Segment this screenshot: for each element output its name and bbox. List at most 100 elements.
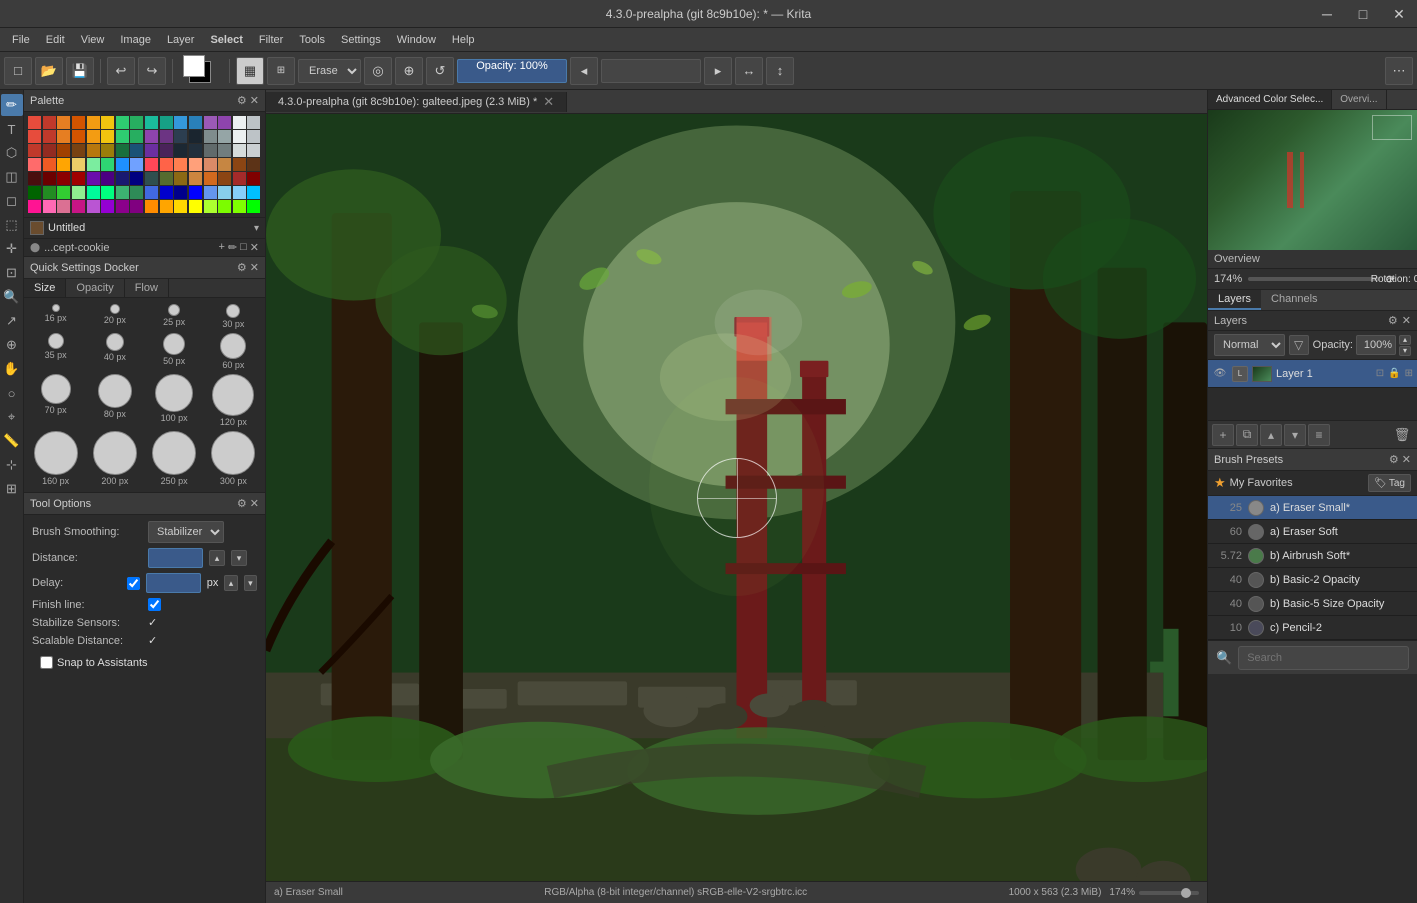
palette-color-cell[interactable] <box>130 186 143 199</box>
palette-color-cell[interactable] <box>116 186 129 199</box>
menu-edit[interactable]: Edit <box>38 32 73 48</box>
palette-color-cell[interactable] <box>130 130 143 143</box>
palette-color-cell[interactable] <box>247 200 260 213</box>
palette-color-cell[interactable] <box>218 200 231 213</box>
palette-color-cell[interactable] <box>218 172 231 185</box>
brush-tool[interactable]: ✏ <box>1 94 23 116</box>
palette-color-cell[interactable] <box>233 172 246 185</box>
brush-size-item[interactable]: 160 px <box>28 431 83 486</box>
palette-color-cell[interactable] <box>43 130 56 143</box>
brush-size-item[interactable]: 30 px <box>206 304 261 329</box>
foreground-color-swatch[interactable] <box>183 55 205 77</box>
menu-image[interactable]: Image <box>112 32 159 48</box>
palette-color-cell[interactable] <box>174 144 187 157</box>
palette-color-cell[interactable] <box>233 200 246 213</box>
palette-color-cell[interactable] <box>43 158 56 171</box>
delay-down-btn[interactable]: ▾ <box>244 575 257 591</box>
palette-color-cell[interactable] <box>130 158 143 171</box>
palette-color-cell[interactable] <box>130 200 143 213</box>
close-button[interactable]: ✕ <box>1381 0 1417 28</box>
brush-preset-item[interactable]: 60a) Eraser Soft <box>1208 520 1417 544</box>
open-button[interactable]: 📂 <box>35 57 63 85</box>
palette-color-cell[interactable] <box>160 130 173 143</box>
palette-color-cell[interactable] <box>101 116 114 129</box>
layer-mode-select[interactable]: Normal <box>1214 334 1285 356</box>
quick-settings-close-icon[interactable]: ✕ <box>250 261 259 274</box>
palette-color-cell[interactable] <box>72 116 85 129</box>
layer-action-2[interactable]: 🔒 <box>1388 368 1400 379</box>
brush-preset-item[interactable]: 5.72b) Airbrush Soft* <box>1208 544 1417 568</box>
palette-color-cell[interactable] <box>189 116 202 129</box>
menu-layer[interactable]: Layer <box>159 32 203 48</box>
palette-color-cell[interactable] <box>28 200 41 213</box>
palette-color-cell[interactable] <box>160 200 173 213</box>
qs-tab-flow[interactable]: Flow <box>125 279 169 297</box>
palette-color-cell[interactable] <box>130 172 143 185</box>
palette-color-cell[interactable] <box>87 186 100 199</box>
menu-select[interactable]: Select <box>202 32 250 48</box>
palette-color-cell[interactable] <box>43 144 56 157</box>
palette-color-cell[interactable] <box>174 186 187 199</box>
palette-color-cell[interactable] <box>87 116 100 129</box>
palette-color-cell[interactable] <box>233 116 246 129</box>
favorites-star-icon[interactable]: ★ <box>1214 475 1226 491</box>
palette-color-cell[interactable] <box>116 116 129 129</box>
untitled-color-swatch[interactable] <box>30 221 44 235</box>
quick-settings-settings-icon[interactable]: ⚙ <box>237 261 247 274</box>
layer-action-1[interactable]: ⊡ <box>1376 368 1384 379</box>
brush-size-item[interactable]: 40 px <box>87 333 142 370</box>
brush-size-item[interactable]: 16 px <box>28 304 83 329</box>
palette-color-cell[interactable] <box>101 172 114 185</box>
canvas-tab-active[interactable]: 4.3.0-prealpha (git 8c9b10e): galteed.jp… <box>266 92 567 112</box>
menu-filter[interactable]: Filter <box>251 32 291 48</box>
tool-options-settings-icon[interactable]: ⚙ <box>237 497 247 510</box>
palette-color-cell[interactable] <box>204 172 217 185</box>
palette-color-cell[interactable] <box>233 158 246 171</box>
palette-color-cell[interactable] <box>247 116 260 129</box>
palette-color-cell[interactable] <box>160 144 173 157</box>
palette-color-cell[interactable] <box>87 200 100 213</box>
palette-color-cell[interactable] <box>247 172 260 185</box>
palette-color-cell[interactable] <box>145 116 158 129</box>
qs-tab-size[interactable]: Size <box>24 279 66 297</box>
new-button[interactable]: □ <box>4 57 32 85</box>
palette-color-cell[interactable] <box>160 116 173 129</box>
palette-settings-icon[interactable]: ⚙ <box>237 94 247 107</box>
tag-button[interactable]: 🏷 Tag <box>1368 474 1411 492</box>
redo-button[interactable]: ↪ <box>138 57 166 85</box>
brush-preset-item[interactable]: 25a) Eraser Small* <box>1208 496 1417 520</box>
mirror-v-btn[interactable]: ↕ <box>766 57 794 85</box>
palette-color-cell[interactable] <box>43 116 56 129</box>
layers-more-button[interactable]: ≡ <box>1308 424 1330 446</box>
layers-settings-icon[interactable]: ⚙ <box>1388 314 1398 327</box>
palette-color-cell[interactable] <box>43 186 56 199</box>
move-layer-down-button[interactable]: ▾ <box>1284 424 1306 446</box>
brush-smoothing-select[interactable]: Stabilizer <box>148 521 224 543</box>
brush-size-item[interactable]: 250 px <box>147 431 202 486</box>
palette-color-cell[interactable] <box>189 144 202 157</box>
palette-color-cell[interactable] <box>233 130 246 143</box>
palette-color-cell[interactable] <box>28 172 41 185</box>
palette-color-cell[interactable] <box>57 144 70 157</box>
zoom-tool[interactable]: ⊕ <box>1 334 23 356</box>
distance-up-btn[interactable]: ▴ <box>209 550 225 566</box>
palette-color-cell[interactable] <box>28 116 41 129</box>
palette-color-cell[interactable] <box>233 144 246 157</box>
tab-channels[interactable]: Channels <box>1261 290 1327 310</box>
palette-color-cell[interactable] <box>247 130 260 143</box>
move-tool[interactable]: ✛ <box>1 238 23 260</box>
path-tool[interactable]: ⌖ <box>1 406 23 428</box>
palette-color-cell[interactable] <box>145 130 158 143</box>
brush-preset-item[interactable]: 40b) Basic-2 Opacity <box>1208 568 1417 592</box>
menu-help[interactable]: Help <box>444 32 483 48</box>
status-zoom-slider[interactable] <box>1139 891 1199 895</box>
layer-filter-button[interactable]: ▽ <box>1289 335 1309 355</box>
palette-color-cell[interactable] <box>174 200 187 213</box>
palette-color-cell[interactable] <box>116 158 129 171</box>
assistant-tool[interactable]: ⊹ <box>1 454 23 476</box>
eyedropper-tool[interactable]: 🔍 <box>1 286 23 308</box>
brush-preset-item[interactable]: 10c) Pencil-2 <box>1208 616 1417 640</box>
palette-color-cell[interactable] <box>57 172 70 185</box>
delay-input[interactable]: 50 <box>146 573 201 593</box>
tab-layers[interactable]: Layers <box>1208 290 1261 310</box>
